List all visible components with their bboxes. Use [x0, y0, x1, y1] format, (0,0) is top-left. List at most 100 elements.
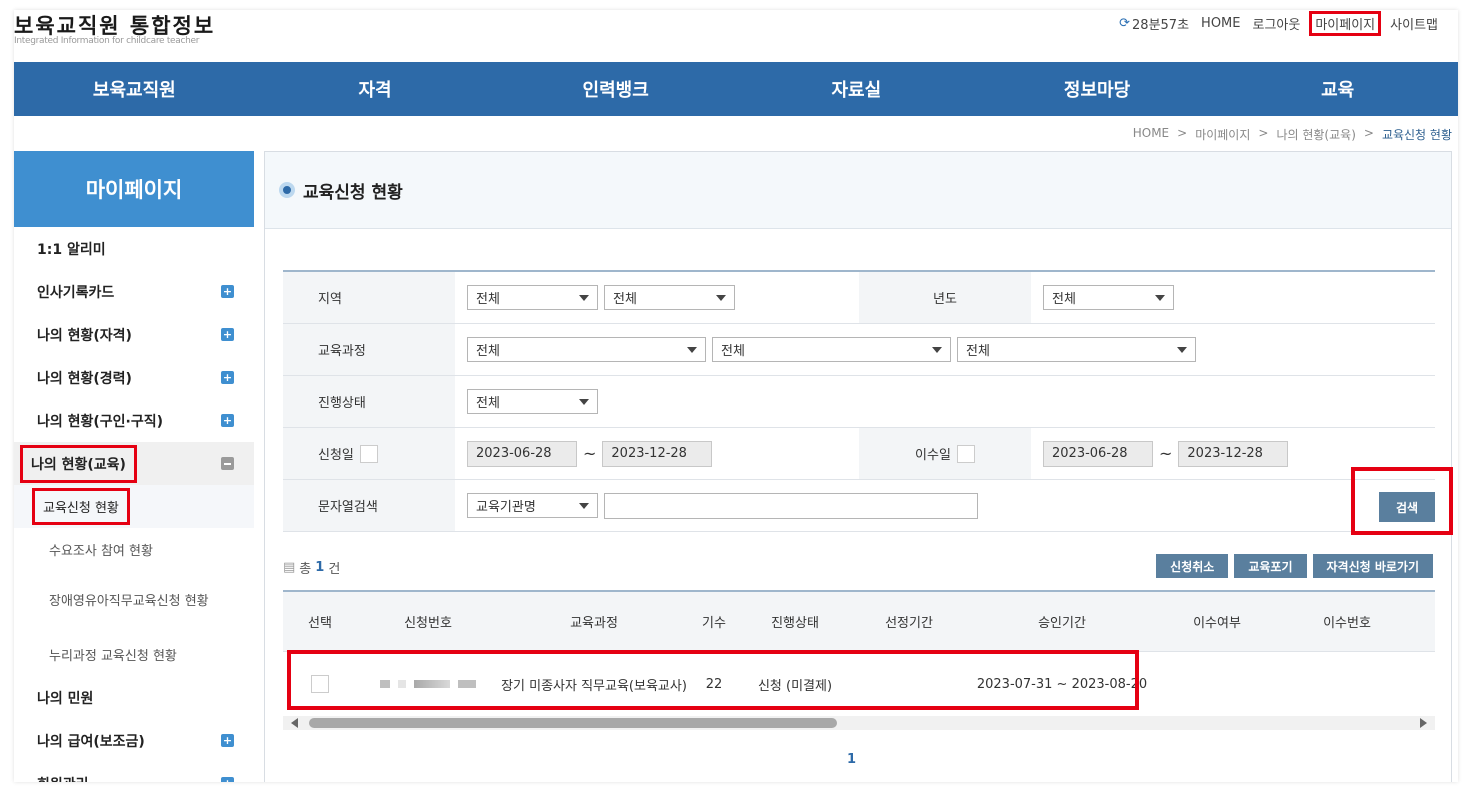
- nav-teacher[interactable]: 보육교직원: [14, 62, 255, 116]
- year-cell: 전체: [1031, 272, 1174, 323]
- complete-date-from[interactable]: 2023-06-28: [1043, 440, 1153, 467]
- logout-link[interactable]: 로그아웃: [1253, 14, 1301, 33]
- sidebar-item-label: 나의 현황(자격): [37, 327, 132, 344]
- sidebar-title: 마이페이지: [14, 151, 254, 227]
- main-navigation: 보육교직원 자격 인력뱅크 자료실 정보마당 교육: [14, 62, 1458, 116]
- sidebar-item-salary[interactable]: 나의 급여(보조금) +: [14, 719, 254, 762]
- giveup-education-button[interactable]: 교육포기: [1234, 554, 1307, 578]
- scroll-right-arrow-icon[interactable]: [1420, 718, 1427, 728]
- count-value: 1: [315, 560, 325, 575]
- table-header: 선택 신청번호 교육과정 기수 진행상태 선정기간 승인기간 이수여부 이수번호: [283, 592, 1435, 652]
- search-form: 지역 전체 전체 년도 전체 교육과정 전체 전체 전체 진행상태 전체 신청일…: [283, 270, 1435, 532]
- sidebar-sub-label: 교육신청 현황: [32, 488, 130, 525]
- complete-date-checkbox[interactable]: [956, 444, 975, 463]
- complete-date-cell: 2023-06-28 ~ 2023-12-28: [1031, 428, 1289, 479]
- sidebar-sub-education-apply[interactable]: 교육신청 현황: [14, 485, 254, 528]
- course-cell: 전체 전체 전체: [455, 324, 1196, 375]
- form-row-course: 교육과정 전체 전체 전체: [283, 324, 1435, 376]
- sidebar-item-alert[interactable]: 1:1 알리미: [14, 227, 254, 270]
- sidebar-sub-nuri[interactable]: 누리과정 교육신청 현황: [14, 633, 254, 676]
- breadcrumb-current: 교육신청 현황: [1381, 128, 1452, 142]
- status-cell: 전체: [455, 376, 598, 427]
- apply-date-from[interactable]: 2023-06-28: [467, 440, 577, 467]
- keyword-type-select[interactable]: 교육기관명: [467, 493, 598, 518]
- sidebar-item-civil[interactable]: 나의 민원: [14, 676, 254, 719]
- sidebar-item-status-education[interactable]: 나의 현황(교육): [14, 442, 254, 485]
- scrollbar-thumb[interactable]: [309, 718, 837, 728]
- sidebar-item-label: 나의 민원: [37, 690, 94, 707]
- home-link[interactable]: HOME: [1201, 16, 1240, 31]
- year-select[interactable]: 전체: [1043, 285, 1174, 310]
- complete-date-label: 이수일: [915, 448, 951, 463]
- date-range-tilde: ~: [583, 444, 597, 463]
- col-approval-period: 승인기간: [1038, 616, 1086, 631]
- sitemap-link[interactable]: 사이트맵: [1390, 14, 1438, 33]
- sidebar-sub-disabled-education[interactable]: 장애영유아직무교육신청 현황: [14, 571, 254, 633]
- horizontal-scrollbar[interactable]: [283, 716, 1435, 730]
- complete-date-to[interactable]: 2023-12-28: [1178, 440, 1289, 467]
- nav-talent-bank[interactable]: 인력뱅크: [495, 62, 736, 116]
- sidebar-sub-survey[interactable]: 수요조사 참여 현황: [14, 528, 254, 571]
- region-select-1-value: 전체: [476, 292, 500, 307]
- plus-icon[interactable]: +: [221, 777, 234, 782]
- region-select-2[interactable]: 전체: [604, 285, 735, 310]
- mypage-link[interactable]: 마이페이지: [1309, 11, 1382, 36]
- breadcrumb-education-status[interactable]: 나의 현황(교육): [1276, 126, 1355, 143]
- apply-date-cell: 2023-06-28 ~ 2023-12-28: [455, 428, 859, 479]
- apply-date-checkbox[interactable]: [359, 444, 378, 463]
- sidebar-item-status-career[interactable]: 나의 현황(경력) +: [14, 356, 254, 399]
- pagination-page[interactable]: 1: [847, 752, 856, 767]
- course-select-1[interactable]: 전체: [467, 337, 706, 362]
- breadcrumb-home[interactable]: HOME: [1133, 126, 1169, 143]
- col-course: 교육과정: [570, 616, 618, 631]
- sidebar-item-label: 나의 현황(경력): [37, 370, 132, 387]
- course-select-3[interactable]: 전체: [957, 337, 1196, 362]
- sidebar-item-label: 나의 급여(보조금): [37, 733, 145, 750]
- region-select-1[interactable]: 전체: [467, 285, 598, 310]
- sidebar-item-hr-card[interactable]: 인사기록카드 +: [14, 270, 254, 313]
- plus-icon[interactable]: +: [221, 734, 234, 747]
- apply-date-label-cell: 신청일: [283, 428, 455, 479]
- content-header: 교육신청 현황: [265, 152, 1451, 229]
- sidebar-item-status-job[interactable]: 나의 현황(구인·구직) +: [14, 399, 254, 442]
- sidebar-item-member[interactable]: 회원관리 +: [14, 762, 254, 782]
- breadcrumb-sep: >: [1258, 126, 1269, 140]
- refresh-icon[interactable]: ⟳: [1119, 16, 1130, 31]
- minus-icon[interactable]: [221, 457, 234, 470]
- plus-icon[interactable]: +: [221, 371, 234, 384]
- session-timer: ⟳ 28분57초: [1119, 14, 1189, 33]
- breadcrumb-sep: >: [1363, 126, 1374, 140]
- qualification-shortcut-button[interactable]: 자격신청 바로가기: [1312, 554, 1433, 578]
- site-logo-subtitle: Integrated Information for childcare tea…: [14, 36, 200, 46]
- session-timer-text: 28분57초: [1132, 18, 1190, 33]
- cancel-apply-button[interactable]: 신청취소: [1156, 554, 1229, 578]
- plus-icon[interactable]: +: [221, 285, 234, 298]
- plus-icon[interactable]: +: [221, 328, 234, 341]
- course-select-2[interactable]: 전체: [712, 337, 951, 362]
- plus-icon[interactable]: +: [221, 414, 234, 427]
- table-row[interactable]: 장기 미종사자 직무교육(보육교사) 22 신청 (미결제) 2023-07-3…: [283, 650, 1435, 716]
- chevron-down-icon: [579, 294, 589, 301]
- nav-archive[interactable]: 자료실: [736, 62, 977, 116]
- status-select[interactable]: 전체: [467, 389, 598, 414]
- nav-info[interactable]: 정보마당: [977, 62, 1218, 116]
- keyword-type-value: 교육기관명: [476, 500, 536, 515]
- breadcrumb-mypage[interactable]: 마이페이지: [1195, 126, 1250, 143]
- chevron-down-icon: [1155, 294, 1165, 301]
- keyword-input[interactable]: [604, 492, 978, 519]
- chevron-down-icon: [687, 346, 697, 353]
- apply-date-to[interactable]: 2023-12-28: [602, 440, 713, 467]
- region-select-2-value: 전체: [613, 292, 637, 307]
- nav-education[interactable]: 교육: [1217, 62, 1458, 116]
- col-term: 기수: [702, 616, 726, 631]
- title-bullet-icon: [279, 182, 295, 198]
- date-range-tilde: ~: [1159, 444, 1173, 463]
- scroll-left-arrow-icon[interactable]: [291, 718, 298, 728]
- sidebar-item-status-qualification[interactable]: 나의 현황(자격) +: [14, 313, 254, 356]
- col-completed: 이수여부: [1193, 616, 1241, 631]
- course-select-2-value: 전체: [721, 344, 745, 359]
- chevron-down-icon: [932, 346, 942, 353]
- col-apply-no: 신청번호: [404, 616, 452, 631]
- nav-qualification[interactable]: 자격: [255, 62, 496, 116]
- row-highlight: [287, 650, 1139, 710]
